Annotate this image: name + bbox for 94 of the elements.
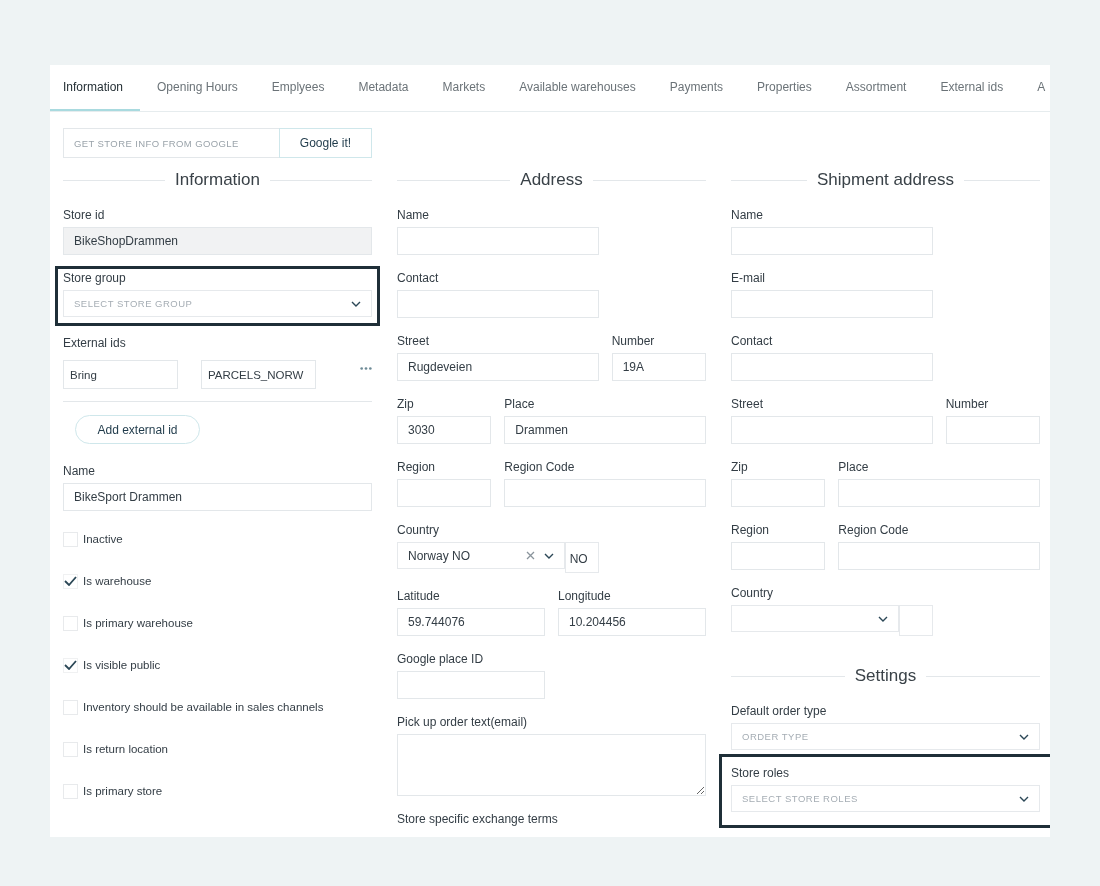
google-button[interactable]: Google it! <box>279 128 372 158</box>
field-label: Region <box>397 460 437 475</box>
input-field[interactable]: Bring <box>63 360 178 389</box>
search-field[interactable]: GET STORE INFO FROM GOOGLE <box>63 128 279 158</box>
field-label: Country <box>397 523 441 538</box>
field-label: Street <box>731 397 764 412</box>
clear-icon <box>525 551 535 560</box>
field-label: Region Code <box>504 460 576 475</box>
section-heading: Shipment address <box>817 170 954 190</box>
field-label: Country <box>731 586 775 601</box>
caret-icon <box>877 615 888 622</box>
input-field[interactable] <box>731 416 933 444</box>
field-label: Place <box>838 460 870 475</box>
field-label: Name <box>731 208 764 223</box>
checkbox[interactable] <box>63 573 78 589</box>
input-field[interactable] <box>397 290 599 318</box>
caret-icon <box>1019 733 1029 740</box>
tab[interactable]: Markets <box>429 65 503 111</box>
checkbox-label: Is return location <box>83 743 168 755</box>
input-field[interactable] <box>731 479 826 507</box>
input-field[interactable]: Rugdeveien <box>397 353 599 381</box>
field-label: Google place ID <box>397 652 485 667</box>
tab[interactable]: Properties <box>744 65 829 111</box>
caret-icon <box>351 300 361 307</box>
tab[interactable]: A <box>1024 65 1050 111</box>
checkbox[interactable] <box>63 657 78 673</box>
field-label: Name <box>397 208 430 223</box>
input-field[interactable]: 59.744076 <box>397 608 545 636</box>
input-field[interactable]: 3030 <box>397 416 492 444</box>
field-label: Name <box>63 464 96 479</box>
field-label: Number <box>611 334 656 349</box>
checkbox-label: Is primary store <box>83 785 163 797</box>
field-label: Contact <box>397 271 440 286</box>
checkbox-label: Is visible public <box>83 659 161 671</box>
input-field[interactable] <box>397 479 492 507</box>
field-label: Store roles <box>731 766 791 781</box>
tab[interactable]: Information <box>50 65 141 111</box>
field-label: Region <box>731 523 771 538</box>
input-field[interactable] <box>838 479 1040 507</box>
field-label: Longitude <box>558 589 612 604</box>
caret-icon <box>1019 795 1029 802</box>
input-field[interactable]: BikeSport Drammen <box>63 483 372 511</box>
field-label: Latitude <box>397 589 441 604</box>
country-select[interactable] <box>731 605 899 632</box>
tab[interactable]: Assortment <box>832 65 924 111</box>
checkbox-label: Is primary warehouse <box>83 617 193 629</box>
field-label: Region Code <box>838 523 910 538</box>
checkbox-label: Is warehouse <box>83 575 152 587</box>
section-heading: Information <box>175 170 261 190</box>
country-code-field[interactable]: NO <box>564 542 599 573</box>
input-field[interactable]: PARCELS_NORW <box>201 360 316 389</box>
checkbox-label: Inventory should be available in sales channels <box>83 701 324 713</box>
field-label: Number <box>945 397 990 412</box>
input-field[interactable] <box>838 542 1040 570</box>
tab[interactable]: Payments <box>656 65 741 111</box>
input-field[interactable]: Drammen <box>504 416 706 444</box>
input-field[interactable] <box>504 479 706 507</box>
country-select[interactable]: Norway NO <box>397 542 565 569</box>
field-label: Street <box>397 334 430 349</box>
tab[interactable]: Available warehouses <box>506 65 653 111</box>
section-heading: Settings <box>854 666 917 686</box>
input-field[interactable] <box>945 416 1040 444</box>
tab[interactable]: Metadata <box>345 65 426 111</box>
input-field[interactable] <box>731 353 933 381</box>
input-field[interactable] <box>731 542 826 570</box>
field-label: Contact <box>731 334 774 349</box>
input-field[interactable]: 10.204456 <box>558 608 706 636</box>
field-label: Zip <box>731 460 749 475</box>
field-label: Zip <box>397 397 415 412</box>
field-label: Place <box>504 397 536 412</box>
field-label: Store group <box>63 271 127 286</box>
input-field[interactable]: 19A <box>611 353 706 381</box>
check-icon <box>64 576 77 586</box>
text-area[interactable] <box>397 734 706 796</box>
field-label: Store specific exchange terms <box>397 812 559 827</box>
field-label: Pick up order text(email) <box>397 715 529 730</box>
field-label: External ids <box>63 336 126 350</box>
field-label: Store id <box>63 208 106 223</box>
add-external-id-button[interactable]: Add external id <box>75 415 200 444</box>
input-field[interactable] <box>397 671 545 699</box>
section-heading: Address <box>520 170 583 190</box>
field-label: E-mail <box>731 271 766 286</box>
more-icon <box>360 366 372 371</box>
check-icon <box>64 660 77 670</box>
tab[interactable]: Opening Hours <box>144 65 255 111</box>
input-field[interactable] <box>731 290 933 318</box>
field-label: Default order type <box>731 704 828 719</box>
checkbox-label: Inactive <box>83 533 123 545</box>
input-field[interactable] <box>397 227 599 255</box>
tab[interactable]: Emplyees <box>258 65 342 111</box>
caret-icon <box>543 552 554 559</box>
tab[interactable]: External ids <box>927 65 1021 111</box>
country-code-field[interactable] <box>898 605 933 636</box>
input-field[interactable] <box>731 227 933 255</box>
